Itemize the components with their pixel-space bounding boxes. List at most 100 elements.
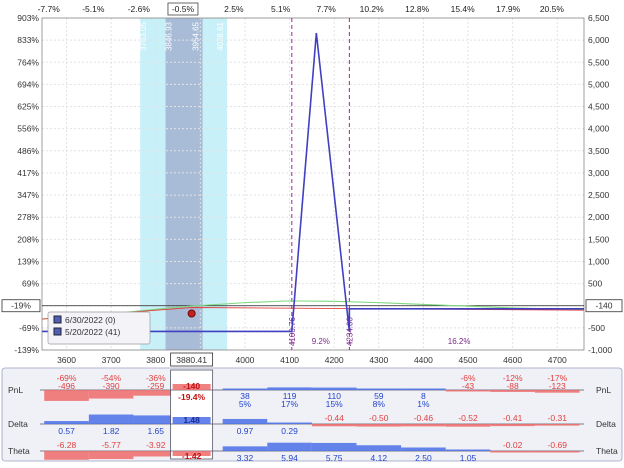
delta-bar xyxy=(88,414,134,424)
theta-value-label: -0.69 xyxy=(548,440,568,450)
right-value-tick-label: -500 xyxy=(588,323,605,333)
delta-value-label: -0.44 xyxy=(325,413,345,423)
pnl-value-label: 15% xyxy=(326,399,343,409)
legend-swatch[interactable] xyxy=(53,327,62,336)
left-pct-tick-label: 833% xyxy=(17,35,39,45)
theta-bar xyxy=(490,451,535,453)
bottom-price-tick-label: 4600 xyxy=(503,355,522,365)
theta-bar xyxy=(401,447,446,451)
pnl-bar xyxy=(88,390,134,399)
risk-graph-chart[interactable]: 3763.05 3846.93 3954.65 4028.61 -7.7% -5.1% -… xyxy=(0,0,624,463)
theta-bar xyxy=(356,445,402,451)
delta-bar xyxy=(534,424,580,426)
theta-bar xyxy=(534,451,580,453)
top-pct-tick-label: 17.9% xyxy=(496,4,521,14)
delta-bar xyxy=(356,424,402,427)
band-label: 3954.65 xyxy=(192,21,201,50)
theta-bar xyxy=(222,446,268,451)
right-value-tick-label: 2,000 xyxy=(588,212,610,222)
right-value-tick-label: 3,000 xyxy=(588,168,610,178)
bottom-price-tick-label: 4700 xyxy=(548,355,567,365)
delta-value-label: 1.65 xyxy=(147,426,164,436)
pnl-value-label: -390 xyxy=(103,381,120,391)
delta-value-label: 0.57 xyxy=(58,426,75,436)
delta-bar xyxy=(267,422,312,424)
pnl-bar xyxy=(401,388,446,390)
top-pct-tick-label: -5.1% xyxy=(82,4,105,14)
center-pnl-value: -140 xyxy=(183,381,200,391)
delta-bar xyxy=(222,418,268,424)
bottom-price-tick-label: 4300 xyxy=(369,355,388,365)
region-probability-label: 9.2% xyxy=(312,337,330,346)
theta-value-label: 5.94 xyxy=(281,453,298,463)
bands-layer: 3763.05 3846.93 3954.65 4028.61 xyxy=(139,18,228,350)
left-pct-tick-label: 764% xyxy=(17,57,39,67)
theta-bar xyxy=(267,442,312,451)
center-pnl-pct: -19.4% xyxy=(178,392,205,402)
bottom-price-tick-label: 4100 xyxy=(280,355,299,365)
bottom-price-tick-label: 3600 xyxy=(57,355,76,365)
delta-value-label: 0.29 xyxy=(281,426,298,436)
pnl-value-label: 8% xyxy=(373,399,386,409)
right-value-tick-label: 6,500 xyxy=(588,13,610,23)
current-price-marker[interactable] xyxy=(187,309,196,318)
right-value-tick-label: 5,500 xyxy=(588,57,610,67)
left-pct-tick-label: 208% xyxy=(17,234,39,244)
delta-bar xyxy=(445,424,491,427)
bottom-price-tick-label: 4000 xyxy=(236,355,255,365)
top-pct-tick-label: -2.6% xyxy=(128,4,151,14)
right-value-tick-label: 4,000 xyxy=(588,124,610,134)
greek-row-label-left: Theta xyxy=(8,446,30,456)
theta-value-label: -0.02 xyxy=(503,440,523,450)
std-dev-band-inner xyxy=(165,18,203,350)
left-pct-tick-label: 903% xyxy=(17,13,39,23)
center-theta-value: -1.42 xyxy=(182,451,202,461)
left-pct-tick-label: -139% xyxy=(14,345,39,355)
delta-value-label: 0.97 xyxy=(237,426,254,436)
top-pct-tick-label: 7.7% xyxy=(316,4,336,14)
left-pct-tick-label: 417% xyxy=(17,168,39,178)
right-value-tick-label: 4,500 xyxy=(588,102,610,112)
theta-bar xyxy=(311,442,357,451)
delta-value-label: 1.82 xyxy=(103,426,120,436)
greek-row-label-right: PnL xyxy=(596,385,611,395)
theta-value-label: -3.92 xyxy=(146,440,166,450)
theta-value-label: 4.12 xyxy=(371,453,388,463)
region-probability-label: 16.2% xyxy=(448,337,471,346)
left-pct-tick-label: 69% xyxy=(22,279,39,289)
bottom-price-tick-label: 3700 xyxy=(102,355,121,365)
top-pct-tick-label: 15.4% xyxy=(451,4,476,14)
delta-value-label: -0.41 xyxy=(503,413,523,423)
left-pct-tick-label: 486% xyxy=(17,146,39,156)
legend-label: 5/20/2022 (41) xyxy=(65,327,120,337)
pnl-bar xyxy=(44,390,89,401)
right-value-tick-label: 6,000 xyxy=(588,35,610,45)
pnl-bar xyxy=(311,387,357,390)
pnl-value-label: -88 xyxy=(506,381,519,391)
left-pct-tick-label: 625% xyxy=(17,102,39,112)
band-label: 4028.61 xyxy=(216,21,225,50)
zero-right-label: -140 xyxy=(595,301,612,311)
left-pct-tick-label: -69% xyxy=(19,323,39,333)
band-label: 3846.93 xyxy=(165,21,174,50)
delta-bar xyxy=(44,421,89,424)
top-pct-tick-label: 20.5% xyxy=(540,4,565,14)
left-pct-tick-label: 694% xyxy=(17,79,39,89)
pnl-value-label: -43 xyxy=(462,381,475,391)
legend-swatch[interactable] xyxy=(53,315,62,324)
bottom-price-tick-label: 3800 xyxy=(146,355,165,365)
right-value-tick-label: 3,500 xyxy=(588,146,610,156)
pnl-value-label: -259 xyxy=(147,381,164,391)
delta-value-label: -0.50 xyxy=(369,413,389,423)
left-pct-tick-label: 347% xyxy=(17,190,39,200)
risk-graph-app: 3763.05 3846.93 3954.65 4028.61 -7.7% -5.1% -… xyxy=(0,0,624,463)
greek-row-label-left: Delta xyxy=(8,419,28,429)
theta-bar xyxy=(44,451,89,460)
delta-bar xyxy=(401,424,446,427)
top-pct-tick-label: 5.1% xyxy=(271,4,291,14)
theta-bar xyxy=(88,451,134,460)
left-pct-tick-label: 139% xyxy=(17,256,39,266)
left-pct-tick-label: 556% xyxy=(17,124,39,134)
theta-value-label: 2.50 xyxy=(415,453,432,463)
legend-label: 6/30/2022 (0) xyxy=(65,315,116,325)
